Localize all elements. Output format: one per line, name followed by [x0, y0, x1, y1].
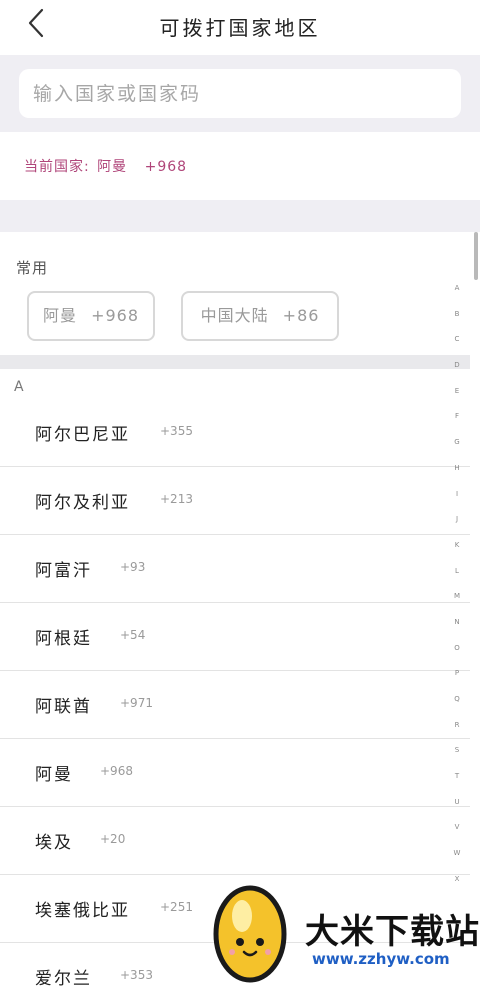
index-letter-d[interactable]: D	[449, 353, 465, 379]
index-letter-q[interactable]: Q	[449, 687, 465, 713]
index-letter-i[interactable]: I	[449, 482, 465, 508]
index-letter-r[interactable]: R	[449, 713, 465, 739]
country-code: +20	[100, 832, 126, 846]
section-letter-a: A	[14, 379, 24, 395]
common-chip-china[interactable]: 中国大陆 +86	[181, 291, 339, 341]
index-letter-f[interactable]: F	[449, 404, 465, 430]
current-country-code: +968	[144, 159, 188, 175]
country-row[interactable]: 阿曼 +968	[0, 738, 470, 807]
current-country-row: 当前国家: 阿曼 +968	[0, 132, 480, 200]
country-list[interactable]: 常用 阿曼 +968 中国大陆 +86 A 阿尔巴尼亚 +355 阿尔及利亚 +…	[0, 232, 480, 986]
search-input[interactable]	[19, 69, 461, 118]
index-letter-t[interactable]: T	[449, 764, 465, 790]
scrollbar-thumb[interactable]	[474, 232, 478, 280]
index-letter-g[interactable]: G	[449, 430, 465, 456]
index-letter-b[interactable]: B	[449, 302, 465, 328]
index-letter-j[interactable]: J	[449, 507, 465, 533]
common-chip-oman[interactable]: 阿曼 +968	[27, 291, 155, 341]
page-title: 可拨打国家地区	[159, 16, 321, 40]
country-code: +353	[120, 968, 153, 982]
index-letter-v[interactable]: V	[449, 815, 465, 841]
chip-name: 中国大陆	[200, 306, 269, 325]
country-name: 爱尔兰	[35, 969, 92, 986]
index-letter-n[interactable]: N	[449, 610, 465, 636]
section-separator	[0, 355, 470, 369]
country-code: +971	[120, 696, 153, 710]
country-row[interactable]: 阿根廷 +54	[0, 602, 470, 671]
country-name: 阿尔及利亚	[35, 493, 130, 513]
country-code: +93	[120, 560, 146, 574]
rice-mascot-logo	[213, 885, 287, 983]
index-letter-u[interactable]: U	[449, 790, 465, 816]
index-letter-e[interactable]: E	[449, 379, 465, 405]
watermark-url: www.zzhyw.com	[312, 950, 450, 968]
common-section-title: 常用	[16, 259, 49, 277]
header: 可拨打国家地区	[0, 0, 480, 55]
country-row[interactable]: 阿尔及利亚 +213	[0, 466, 470, 535]
country-row[interactable]: 埃及 +20	[0, 806, 470, 875]
watermark: 大米下载站 www.zzhyw.com	[200, 874, 480, 986]
index-letter-w[interactable]: W	[449, 841, 465, 867]
index-letter-a[interactable]: A	[449, 276, 465, 302]
country-code: +251	[160, 900, 193, 914]
country-name: 埃及	[35, 833, 73, 853]
index-letter-s[interactable]: S	[449, 738, 465, 764]
country-name: 阿富汗	[35, 561, 92, 581]
section-divider-band	[0, 200, 480, 232]
current-country-label: 当前国家: 阿曼 +968	[24, 156, 189, 176]
index-letter-c[interactable]: C	[449, 327, 465, 353]
country-name: 阿尔巴尼亚	[35, 425, 130, 445]
country-name: 阿根廷	[35, 629, 92, 649]
current-country-prefix: 当前国家:	[24, 159, 90, 175]
index-letter-l[interactable]: L	[449, 559, 465, 585]
index-letter-m[interactable]: M	[449, 584, 465, 610]
index-letter-k[interactable]: K	[449, 533, 465, 559]
alphabet-index-bar[interactable]: A B C D E F G H I J K L M N O P Q R S T …	[449, 276, 465, 893]
chip-code: +86	[282, 306, 320, 325]
country-name: 阿联酋	[35, 697, 92, 717]
country-row[interactable]: 阿富汗 +93	[0, 534, 470, 603]
current-country-name: 阿曼	[97, 159, 128, 175]
country-code: +355	[160, 424, 193, 438]
chip-name: 阿曼	[42, 306, 77, 325]
country-name: 埃塞俄比亚	[35, 901, 130, 921]
index-letter-o[interactable]: O	[449, 636, 465, 662]
country-name: 阿曼	[35, 765, 73, 785]
country-row[interactable]: 阿尔巴尼亚 +355	[0, 398, 470, 467]
index-letter-h[interactable]: H	[449, 456, 465, 482]
search-section	[0, 55, 480, 132]
chip-code: +968	[91, 306, 140, 325]
index-letter-p[interactable]: P	[449, 661, 465, 687]
watermark-text: 大米下载站	[305, 912, 480, 952]
country-code: +968	[100, 764, 133, 778]
country-code: +54	[120, 628, 146, 642]
country-row[interactable]: 阿联酋 +971	[0, 670, 470, 739]
country-code: +213	[160, 492, 193, 506]
